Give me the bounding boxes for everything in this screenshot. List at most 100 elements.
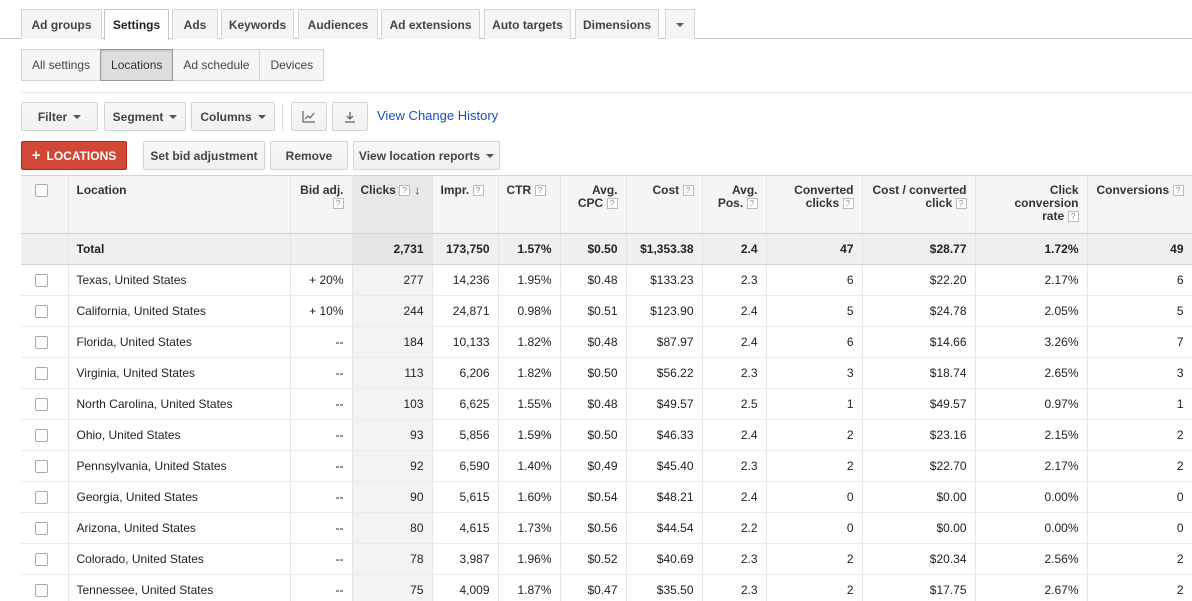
row-checkbox[interactable]	[35, 522, 48, 536]
chart-toggle-button[interactable]	[291, 102, 327, 131]
table-row[interactable]: Florida, United States -- 184 10,133 1.82% $0…	[21, 326, 1192, 358]
cell-conversions: 2	[1087, 543, 1192, 575]
subtab-devices[interactable]: Devices	[259, 49, 325, 81]
cell-bid-adj[interactable]: --	[290, 543, 353, 575]
help-icon[interactable]: ?	[1172, 185, 1184, 197]
help-icon[interactable]: ?	[332, 198, 344, 210]
toolbar-separator	[282, 103, 283, 131]
filter-button[interactable]: Filter	[21, 102, 98, 131]
cell-location: Texas, United States	[68, 264, 291, 296]
cell-bid-adj[interactable]: + 20%	[290, 264, 353, 296]
view-location-reports-button[interactable]: View location reports	[353, 141, 500, 170]
col-avg-pos-label-2: Pos.	[717, 196, 744, 210]
col-converted-clicks[interactable]: Converted clicks ?	[766, 175, 863, 234]
cell-converted-clicks: 1	[766, 388, 863, 420]
divider	[21, 92, 1192, 93]
cell-location: Virginia, United States	[68, 357, 291, 389]
tab-auto-targets[interactable]: Auto targets	[484, 9, 571, 39]
col-impr[interactable]: Impr. ?	[432, 175, 499, 234]
row-checkbox[interactable]	[35, 584, 48, 598]
cell-bid-adj[interactable]: --	[290, 574, 353, 601]
row-checkbox[interactable]	[35, 491, 48, 505]
more-tabs-button[interactable]	[665, 9, 695, 39]
row-checkbox[interactable]	[35, 274, 48, 288]
cell-bid-adj[interactable]: --	[290, 481, 353, 513]
help-icon[interactable]: ?	[399, 185, 411, 197]
table-row[interactable]: Pennsylvania, United States -- 92 6,590 1.40…	[21, 450, 1192, 482]
cell-bid-adj[interactable]: --	[290, 326, 353, 358]
tab-keywords[interactable]: Keywords	[221, 9, 294, 39]
tab-dimensions[interactable]: Dimensions	[575, 9, 659, 39]
row-checkbox[interactable]	[35, 429, 48, 443]
cell-cost: $46.33	[626, 419, 703, 451]
row-checkbox[interactable]	[35, 367, 48, 381]
cell-bid-adj[interactable]: --	[290, 512, 353, 544]
help-icon[interactable]: ?	[606, 198, 618, 210]
columns-button[interactable]: Columns	[191, 102, 275, 131]
table-row[interactable]: Colorado, United States -- 78 3,987 1.96% $0.…	[21, 543, 1192, 575]
help-icon[interactable]: ?	[842, 198, 854, 210]
cell-bid-adj[interactable]: --	[290, 388, 353, 420]
help-icon[interactable]: ?	[472, 185, 484, 197]
help-icon[interactable]: ?	[534, 185, 546, 197]
table-row[interactable]: Tennessee, United States -- 75 4,009 1.87% $0…	[21, 574, 1192, 601]
col-click-conversion-rate[interactable]: Click conversion rate ?	[975, 175, 1088, 234]
cell-bid-adj[interactable]: --	[290, 357, 353, 389]
remove-button[interactable]: Remove	[270, 141, 348, 170]
cell-location: North Carolina, United States	[68, 388, 291, 420]
col-bid-adj[interactable]: Bid adj.?	[290, 175, 353, 234]
help-icon[interactable]: ?	[1067, 211, 1079, 223]
subtab-all-settings[interactable]: All settings	[21, 49, 102, 81]
table-row[interactable]: Georgia, United States -- 90 5,615 1.60% $0.5…	[21, 481, 1192, 513]
tab-audiences[interactable]: Audiences	[298, 9, 378, 39]
row-checkbox[interactable]	[35, 336, 48, 350]
cell-bid-adj[interactable]: --	[290, 419, 353, 451]
col-location[interactable]: Location	[68, 175, 291, 234]
col-avg-pos[interactable]: Avg. Pos. ?	[702, 175, 767, 234]
col-cost-per-converted-click[interactable]: Cost / converted click ?	[862, 175, 976, 234]
help-icon[interactable]: ?	[746, 198, 758, 210]
tab-ad-groups[interactable]: Ad groups	[21, 9, 102, 39]
row-checkbox[interactable]	[35, 460, 48, 474]
view-change-history-link[interactable]: View Change History	[377, 108, 498, 123]
subtab-locations[interactable]: Locations	[100, 49, 174, 81]
cell-bid-adj[interactable]: --	[290, 450, 353, 482]
col-ctr[interactable]: CTR ?	[498, 175, 561, 234]
set-bid-adjustment-button[interactable]: Set bid adjustment	[143, 141, 265, 170]
cell-bid-adj[interactable]: + 10%	[290, 295, 353, 327]
table-row[interactable]: Arizona, United States -- 80 4,615 1.73% $0.5…	[21, 512, 1192, 544]
table-row[interactable]: Texas, United States + 20% 277 14,236 1.95% $…	[21, 264, 1192, 296]
segment-button[interactable]: Segment	[104, 102, 186, 131]
col-avg-cpc[interactable]: Avg. CPC ?	[560, 175, 627, 234]
cell-click-conversion-rate: 0.00%	[975, 512, 1088, 544]
tab-settings[interactable]: Settings	[104, 9, 169, 40]
total-avg-pos: 2.4	[702, 233, 767, 265]
subtab-ad-schedule[interactable]: Ad schedule	[172, 49, 261, 81]
row-checkbox[interactable]	[35, 398, 48, 412]
table-row[interactable]: Ohio, United States -- 93 5,856 1.59% $0.50 $4…	[21, 419, 1192, 451]
col-avg-cpc-label: Avg.	[591, 183, 618, 197]
row-checkbox[interactable]	[35, 553, 48, 567]
col-clicks[interactable]: Clicks ? ↓	[352, 175, 433, 234]
help-icon[interactable]: ?	[955, 198, 967, 210]
cell-impr: 6,590	[432, 450, 499, 482]
cell-clicks: 277	[352, 264, 433, 296]
tab-ads[interactable]: Ads	[172, 9, 218, 39]
help-icon[interactable]: ?	[682, 185, 694, 197]
cell-location: California, United States	[68, 295, 291, 327]
cell-avg-pos: 2.2	[702, 512, 767, 544]
col-cost[interactable]: Cost ?	[626, 175, 703, 234]
col-conversions[interactable]: Conversions ?	[1087, 175, 1192, 234]
cell-avg-pos: 2.4	[702, 419, 767, 451]
table-row[interactable]: Virginia, United States -- 113 6,206 1.82% $0…	[21, 357, 1192, 389]
cell-impr: 10,133	[432, 326, 499, 358]
col-clicks-label: Clicks	[360, 183, 396, 197]
add-locations-button[interactable]: + LOCATIONS	[21, 141, 127, 170]
tab-ad-extensions[interactable]: Ad extensions	[381, 9, 480, 39]
download-button[interactable]	[332, 102, 368, 131]
table-row[interactable]: California, United States + 10% 244 24,871 0…	[21, 295, 1192, 327]
cell-impr: 3,987	[432, 543, 499, 575]
table-row[interactable]: North Carolina, United States -- 103 6,625 1…	[21, 388, 1192, 420]
row-checkbox[interactable]	[35, 305, 48, 319]
select-all-checkbox[interactable]	[35, 184, 48, 198]
